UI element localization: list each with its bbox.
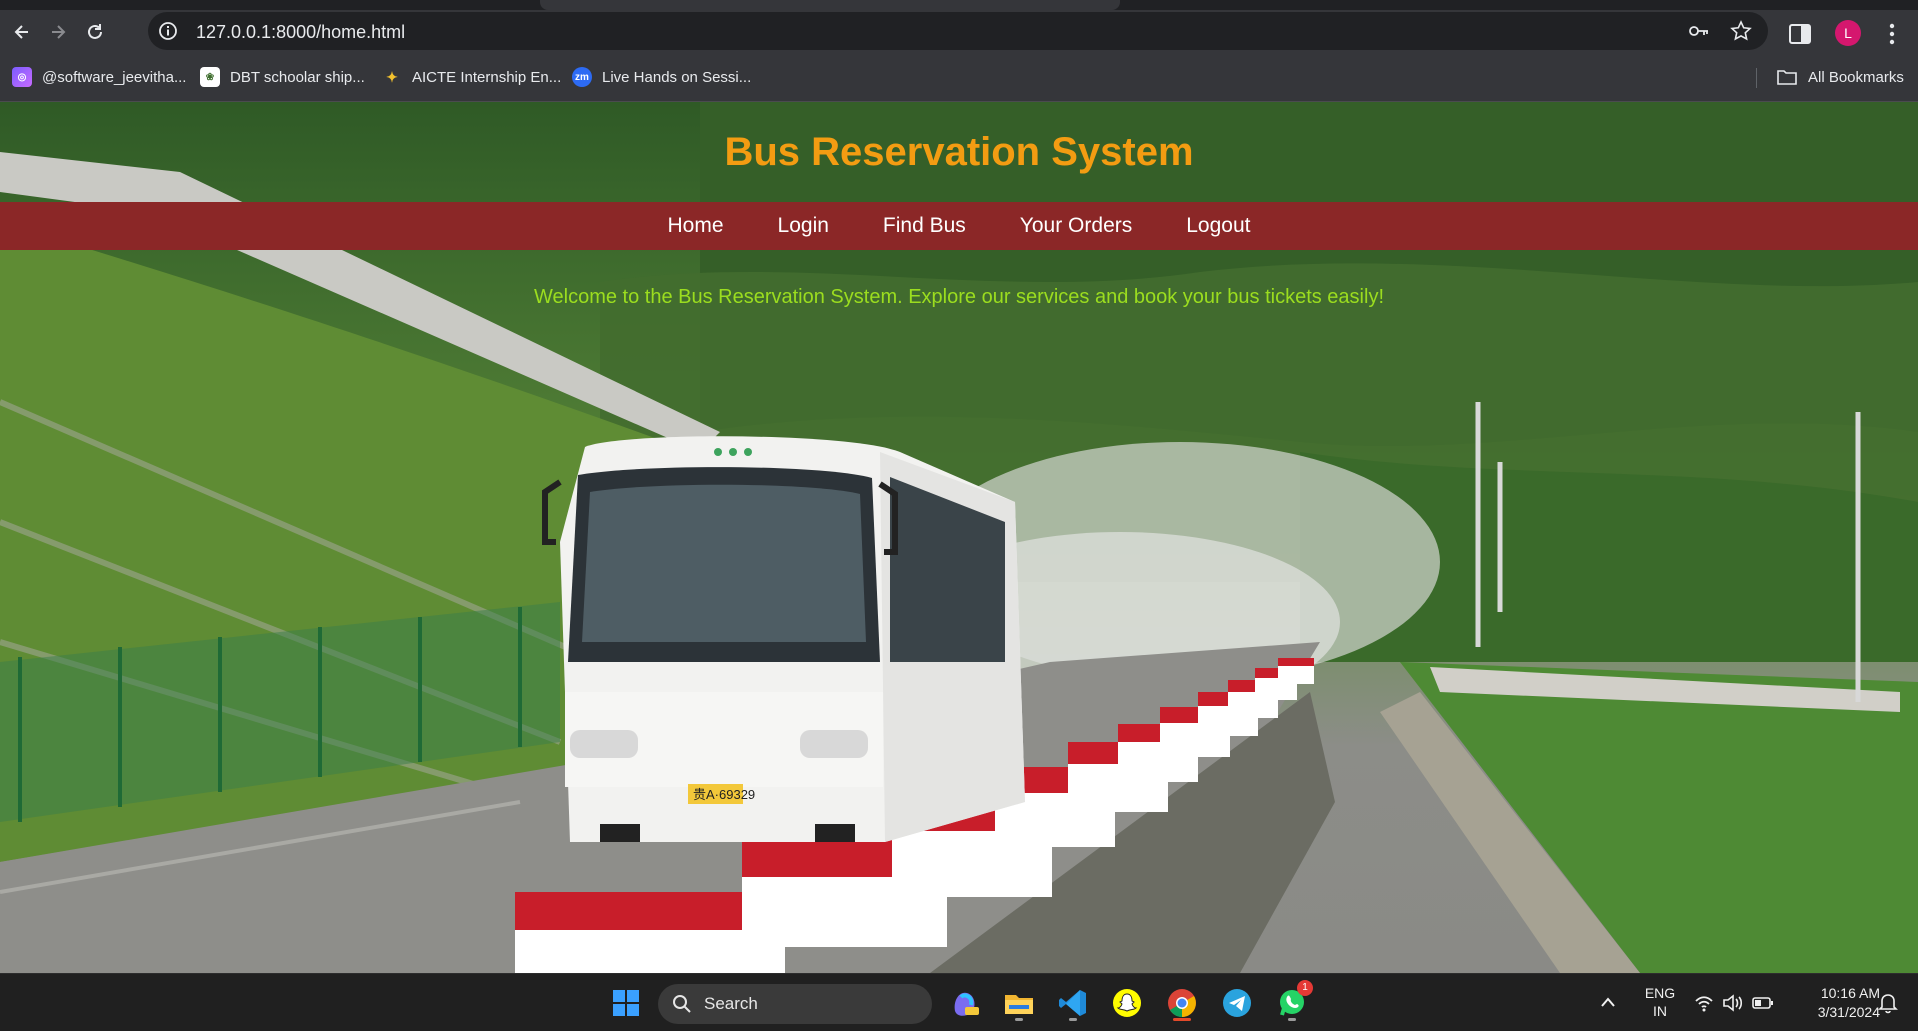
aicte-icon: ✦ xyxy=(386,68,398,85)
windows-start-icon xyxy=(613,990,639,1016)
active-indicator xyxy=(1173,1018,1191,1021)
page-title: Bus Reservation System xyxy=(724,130,1194,174)
all-bookmarks-button[interactable]: All Bookmarks xyxy=(1776,65,1904,89)
license-plate: 贵A·69329 xyxy=(693,787,755,802)
more-options-icon[interactable] xyxy=(1882,20,1902,48)
battery-icon[interactable] xyxy=(1752,995,1774,1011)
zoom-icon: zm xyxy=(572,67,592,87)
arrow-right-icon xyxy=(52,25,66,39)
bookmark-star-icon[interactable] xyxy=(1730,20,1752,42)
wifi-icon[interactable] xyxy=(1694,994,1714,1012)
bus-illustration: 贵A·69329 xyxy=(542,436,1025,842)
snapchat-icon xyxy=(1113,989,1141,1017)
bookmark-item[interactable]: zm Live Hands on Sessi... xyxy=(572,65,751,89)
whatsapp-app[interactable]: 1 xyxy=(1273,980,1313,1022)
region-code: IN xyxy=(1653,1003,1667,1019)
tab-strip xyxy=(0,0,1918,10)
bookmarks-bar: ◎ @software_jeevitha... ❀ DBT schoolar s… xyxy=(0,52,1918,102)
telegram-app[interactable] xyxy=(1218,984,1256,1022)
running-indicator xyxy=(1288,1018,1296,1021)
chrome-app[interactable] xyxy=(1163,984,1201,1022)
chrome-icon xyxy=(1168,989,1196,1017)
active-tab-edge[interactable] xyxy=(540,0,1120,10)
search-label: Search xyxy=(704,994,758,1013)
reload-icon xyxy=(88,24,102,39)
copilot-app[interactable] xyxy=(946,984,984,1022)
bookmark-label: @software_jeevitha... xyxy=(42,68,187,86)
password-key-icon[interactable] xyxy=(1688,21,1710,41)
site-navbar: Home Login Find Bus Your Orders Logout xyxy=(0,202,1918,250)
telegram-icon xyxy=(1223,989,1251,1017)
bookmark-item[interactable]: ❀ DBT schoolar ship... xyxy=(200,65,365,89)
nav-logout-link[interactable]: Logout xyxy=(1186,214,1250,238)
language-code: ENG xyxy=(1644,985,1676,1001)
browser-toolbar: 127.0.0.1:8000/home.html L xyxy=(0,10,1918,52)
all-bookmarks-label: All Bookmarks xyxy=(1808,68,1904,86)
vscode-icon xyxy=(1059,990,1086,1016)
notifications-bell-icon[interactable] xyxy=(1878,992,1898,1014)
profile-avatar[interactable]: L xyxy=(1835,20,1861,46)
clock-date: 3/31/2024 xyxy=(1817,1004,1880,1020)
address-bar[interactable]: 127.0.0.1:8000/home.html xyxy=(148,12,1768,50)
arrow-left-icon xyxy=(14,25,28,39)
clock-time: 10:16 AM xyxy=(1820,985,1880,1001)
file-explorer-icon xyxy=(1005,995,1033,1014)
web-page: 贵A·69329 Bus Reservation System Home Log… xyxy=(0,102,1918,973)
folder-icon xyxy=(1777,70,1797,85)
bookmark-item[interactable]: ✦ AICTE Internship En... xyxy=(382,65,561,89)
instagram-icon: ◎ xyxy=(12,67,32,87)
bookmark-label: AICTE Internship En... xyxy=(412,68,562,86)
site-info-icon[interactable] xyxy=(158,21,178,41)
search-icon xyxy=(673,995,691,1013)
vscode-app[interactable] xyxy=(1054,984,1092,1022)
language-indicator[interactable]: ENG IN xyxy=(1640,984,1680,1020)
bookmark-label: DBT schoolar ship... xyxy=(230,68,365,86)
back-button[interactable] xyxy=(6,16,38,48)
welcome-message: Welcome to the Bus Reservation System. E… xyxy=(533,286,1384,308)
forward-button[interactable] xyxy=(42,16,74,48)
notification-badge: 1 xyxy=(1297,980,1313,996)
copilot-icon xyxy=(954,992,979,1016)
bookmarks-divider xyxy=(1756,68,1757,88)
taskbar-search[interactable]: Search xyxy=(658,984,932,1024)
running-indicator xyxy=(1015,1018,1023,1021)
windows-taskbar: Search 1 ENG IN 10:16 AM 3/31/2024 xyxy=(0,973,1918,1031)
nav-your-orders-link[interactable]: Your Orders xyxy=(1020,214,1132,238)
system-clock[interactable]: 10:16 AM 3/31/2024 xyxy=(1790,984,1880,1022)
file-explorer-app[interactable] xyxy=(1000,984,1038,1022)
nav-home-link[interactable]: Home xyxy=(668,214,724,238)
nav-find-bus-link[interactable]: Find Bus xyxy=(883,214,966,238)
running-indicator xyxy=(1069,1018,1077,1021)
reload-button[interactable] xyxy=(79,16,111,48)
bookmark-item[interactable]: ◎ @software_jeevitha... xyxy=(12,65,186,89)
chevron-up-icon[interactable] xyxy=(1600,996,1616,1008)
start-button[interactable] xyxy=(607,984,645,1022)
snapchat-app[interactable] xyxy=(1108,984,1146,1022)
nav-login-link[interactable]: Login xyxy=(778,214,829,238)
url-text[interactable]: 127.0.0.1:8000/home.html xyxy=(196,22,405,43)
side-panel-icon[interactable] xyxy=(1786,22,1814,46)
bookmark-label: Live Hands on Sessi... xyxy=(602,68,752,86)
emblem-icon: ❀ xyxy=(200,67,220,87)
volume-icon[interactable] xyxy=(1722,994,1744,1012)
